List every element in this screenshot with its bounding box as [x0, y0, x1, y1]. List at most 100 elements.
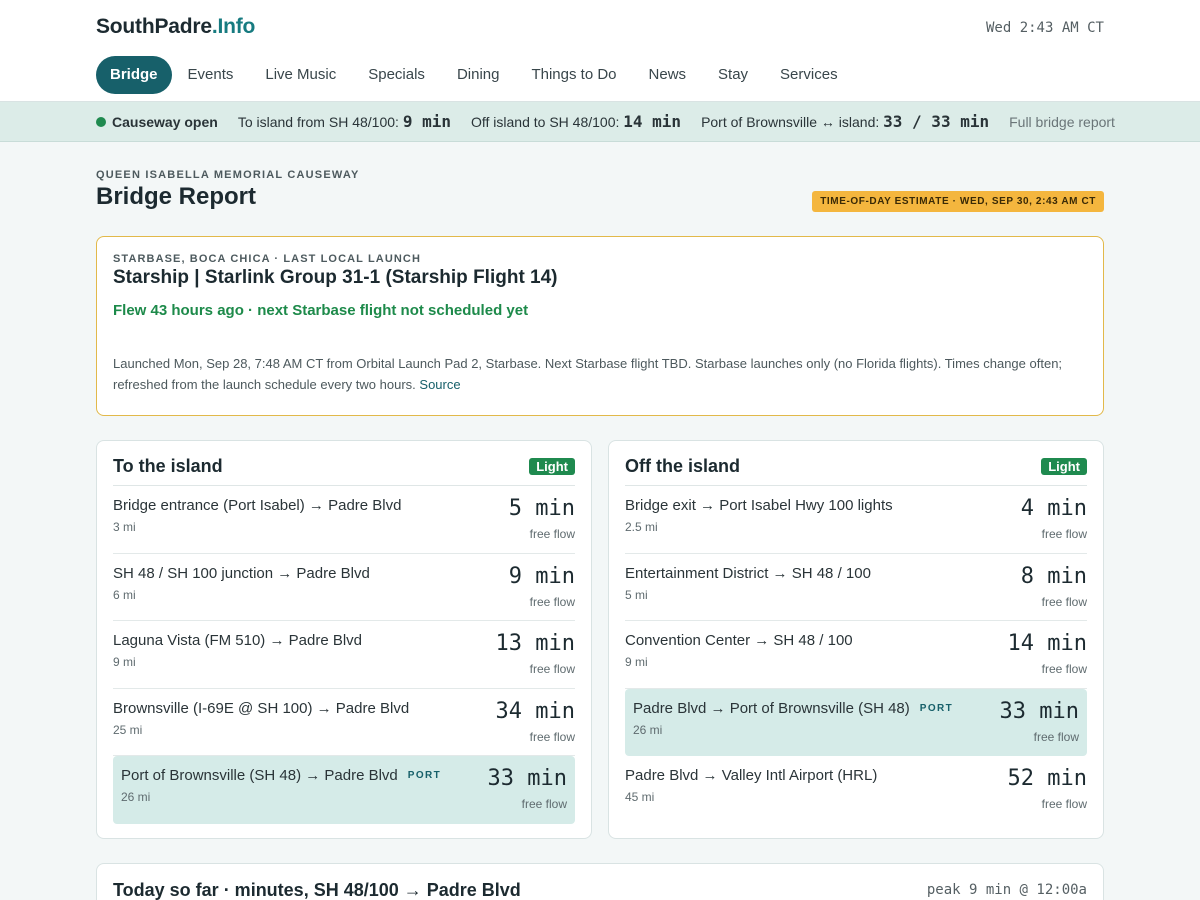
current-time: Wed 2:43 AM CT [985, 20, 1104, 36]
route-flow: free flow [1033, 729, 1079, 744]
nav-item-stay[interactable]: Stay [702, 56, 764, 94]
off-island-routes: Bridge exit → Port Isabel Hwy 100 lights… [625, 486, 1087, 824]
route-row[interactable]: Bridge exit → Port Isabel Hwy 100 lights… [625, 486, 1087, 554]
logo-tld-text: .Info [211, 15, 256, 38]
route-row[interactable]: Padre Blvd → Valley Intl Airport (HRL) 4… [625, 756, 1087, 824]
to-island-title: To the island [113, 455, 223, 476]
today-peak: peak 9 min @ 12:00a [926, 882, 1087, 898]
route-name: Convention Center → SH 48 / 100 [625, 632, 853, 649]
today-card: Today so far · minutes, SH 48/100 → Padr… [96, 863, 1104, 900]
route-flow: free flow [529, 594, 575, 609]
off-island-value: 14 min [623, 112, 682, 131]
route-minutes: 9 min [508, 563, 575, 589]
causeway-status-bar: Causeway open To island from SH 48/100: … [0, 102, 1200, 142]
route-minutes: 34 min [495, 698, 575, 724]
route-name: Entertainment District → SH 48 / 100 [625, 564, 871, 582]
launch-card: STARBASE, BOCA CHICA · LAST LOCAL LAUNCH… [96, 236, 1104, 416]
logo-main-text: SouthPadre [96, 15, 212, 38]
full-bridge-report-link[interactable]: Full bridge report [1009, 114, 1115, 130]
route-name: SH 48 / SH 100 junction → Padre Blvd [113, 564, 370, 582]
launch-source-link[interactable]: Source [419, 377, 460, 392]
route-row[interactable]: Entertainment District → SH 48 / 100 5 m… [625, 554, 1087, 621]
off-island-title: Off the island [625, 455, 741, 476]
route-distance: 25 mi [113, 722, 143, 737]
route-flow: free flow [521, 797, 567, 811]
route-distance: 2.5 mi [625, 520, 658, 534]
launch-status: Flew 43 hours ago · next Starbase flight… [113, 302, 529, 319]
route-row[interactable]: Laguna Vista (FM 510) → Padre Blvd 9 mi … [113, 621, 575, 689]
route-row[interactable]: Convention Center → SH 48 / 100 9 mi 14 … [625, 621, 1087, 689]
port-value: 33 / 33 min [883, 112, 990, 131]
route-row-port[interactable]: Padre Blvd → Port of Brownsville (SH 48)… [625, 688, 1087, 756]
route-flow: free flow [1041, 662, 1087, 676]
route-name: Port of Brownsville (SH 48) → Padre Blvd… [121, 767, 441, 784]
to-island-label: To island from SH 48/100: [237, 114, 399, 130]
main-nav: Bridge Events Live Music Specials Dining… [96, 56, 854, 94]
route-name-text: Padre Blvd → Port of Brownsville (SH 48) [633, 699, 910, 717]
route-row[interactable]: Brownsville (I-69E @ SH 100) → Padre Blv… [113, 689, 575, 756]
nav-item-things-to-do[interactable]: Things to Do [515, 56, 632, 94]
launch-detail-text: Launched Mon, Sep 28, 7:48 AM CT from Or… [113, 356, 1063, 392]
route-distance: 6 mi [113, 587, 136, 602]
route-distance: 26 mi [121, 790, 151, 804]
port-tag: PORT [407, 770, 442, 781]
to-island-status: To island from SH 48/100: 9 min [238, 112, 451, 131]
route-flow: free flow [1041, 527, 1087, 541]
estimate-badge: TIME-OF-DAY ESTIMATE · WED, SEP 30, 2:43… [812, 191, 1104, 212]
nav-item-services[interactable]: Services [764, 56, 854, 94]
nav-item-live-music[interactable]: Live Music [249, 56, 352, 94]
route-minutes: 52 min [1007, 766, 1087, 791]
nav-item-events[interactable]: Events [172, 56, 250, 94]
off-island-status: Off island to SH 48/100: 14 min [471, 112, 681, 131]
route-flow: free flow [1041, 594, 1087, 609]
page-title: Bridge Report [96, 183, 257, 210]
route-name: Bridge entrance (Port Isabel) → Padre Bl… [113, 497, 402, 514]
route-flow: free flow [529, 527, 575, 541]
nav-item-bridge[interactable]: Bridge [96, 56, 172, 94]
route-distance: 9 mi [113, 655, 136, 669]
nav-item-specials[interactable]: Specials [352, 56, 441, 94]
status-dot-icon [96, 116, 106, 127]
route-name-text: Port of Brownsville (SH 48) → Padre Blvd [121, 767, 398, 784]
launch-eyebrow: STARBASE, BOCA CHICA · LAST LOCAL LAUNCH [113, 253, 421, 265]
route-name: Padre Blvd → Valley Intl Airport (HRL) [625, 767, 878, 784]
launch-mission: Starship | Starlink Group 31-1 (Starship… [113, 267, 558, 288]
off-island-header: Off the island Light [625, 453, 1087, 486]
route-distance: 3 mi [113, 520, 136, 534]
route-distance: 45 mi [625, 790, 655, 804]
route-flow: free flow [1041, 797, 1087, 811]
to-island-routes: Bridge entrance (Port Isabel) → Padre Bl… [113, 486, 575, 824]
route-distance: 9 mi [625, 655, 648, 669]
port-status: Port of Brownsville ↔ island: 33 / 33 mi… [701, 112, 989, 131]
page-eyebrow: QUEEN ISABELLA MEMORIAL CAUSEWAY [96, 169, 360, 181]
to-island-header: To the island Light [113, 453, 575, 486]
to-island-traffic-badge: Light [529, 457, 575, 475]
route-minutes: 33 min [999, 698, 1079, 724]
route-distance: 5 mi [625, 587, 648, 602]
today-title: Today so far · minutes, SH 48/100 → Padr… [113, 880, 521, 900]
route-flow: free flow [529, 662, 575, 676]
port-label: Port of Brownsville ↔ island: [701, 114, 880, 130]
route-name: Bridge exit → Port Isabel Hwy 100 lights [625, 497, 893, 514]
site-header: SouthPadre.Info Wed 2:43 AM CT Bridge Ev… [0, 0, 1200, 102]
route-minutes: 33 min [487, 766, 567, 791]
launch-detail: Launched Mon, Sep 28, 7:48 AM CT from Or… [113, 353, 1087, 395]
nav-item-news[interactable]: News [633, 56, 703, 94]
to-island-value: 9 min [402, 112, 451, 131]
off-island-card: Off the island Light Bridge exit → Port … [608, 440, 1104, 839]
route-row[interactable]: Bridge entrance (Port Isabel) → Padre Bl… [113, 486, 575, 554]
route-row[interactable]: SH 48 / SH 100 junction → Padre Blvd 6 m… [113, 554, 575, 621]
route-minutes: 13 min [495, 631, 575, 656]
off-island-label: Off island to SH 48/100: [470, 114, 620, 130]
route-name: Padre Blvd → Port of Brownsville (SH 48)… [633, 700, 953, 717]
nav-item-dining[interactable]: Dining [441, 56, 516, 94]
causeway-state: Causeway open [112, 113, 218, 130]
route-name: Laguna Vista (FM 510) → Padre Blvd [113, 632, 363, 649]
route-flow: free flow [529, 729, 575, 744]
route-distance: 26 mi [633, 722, 663, 737]
route-minutes: 8 min [1020, 563, 1087, 589]
to-island-card: To the island Light Bridge entrance (Por… [96, 440, 592, 839]
route-row-port[interactable]: Port of Brownsville (SH 48) → Padre Blvd… [113, 756, 575, 824]
site-logo[interactable]: SouthPadre.Info [96, 15, 255, 39]
port-tag: PORT [919, 702, 954, 714]
